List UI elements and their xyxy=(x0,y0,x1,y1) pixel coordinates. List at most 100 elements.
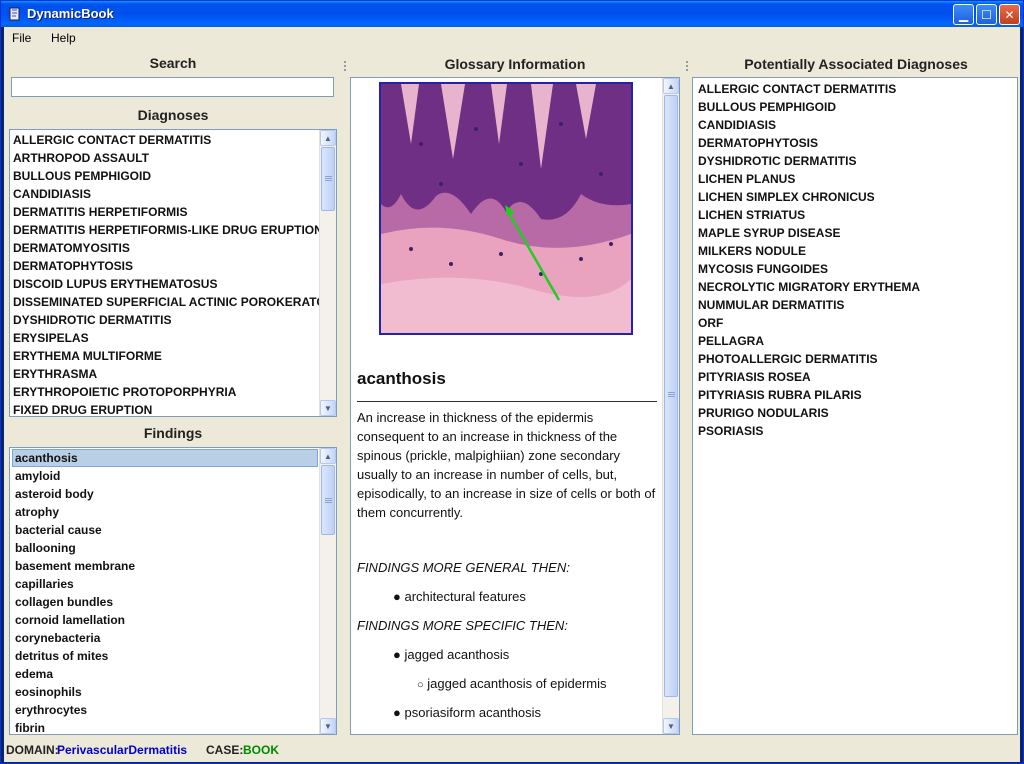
associated-diagnosis-item[interactable]: MAPLE SYRUP DISEASE xyxy=(695,224,1017,242)
associated-diagnosis-item[interactable]: PSORIASIS xyxy=(695,422,1017,440)
close-button[interactable]: ✕ xyxy=(999,4,1020,25)
finding-item[interactable]: detritus of mites xyxy=(12,647,318,665)
scroll-up-button[interactable]: ▲ xyxy=(320,448,336,464)
maximize-button[interactable]: ☐ xyxy=(976,4,997,25)
specific-finding-item[interactable]: ● jagged acanthosis xyxy=(393,647,509,662)
associated-diagnosis-item[interactable]: LICHEN SIMPLEX CHRONICUS xyxy=(695,188,1017,206)
scroll-up-button[interactable]: ▲ xyxy=(320,130,336,146)
general-finding-item[interactable]: ● architectural features xyxy=(393,589,526,604)
finding-item[interactable]: asteroid body xyxy=(12,485,318,503)
title-bar[interactable]: DynamicBook ▁ ☐ ✕ xyxy=(1,1,1023,27)
menu-file[interactable]: File xyxy=(12,31,31,45)
diagnosis-item[interactable]: BULLOUS PEMPHIGOID xyxy=(10,167,319,185)
associated-items: ALLERGIC CONTACT DERMATITIS BULLOUS PEMPH… xyxy=(695,80,1017,440)
diagnosis-item[interactable]: DERMATOPHYTOSIS xyxy=(10,257,319,275)
specific-finding-subitem[interactable]: ○ jagged acanthosis of epidermis xyxy=(417,676,607,691)
diagnosis-item[interactable]: DYSHIDROTIC DERMATITIS xyxy=(10,311,319,329)
diagnosis-item[interactable]: DISSEMINATED SUPERFICIAL ACTINIC POROKER… xyxy=(10,293,319,311)
diagnosis-item[interactable]: DISCOID LUPUS ERYTHEMATOSUS xyxy=(10,275,319,293)
diagnosis-item[interactable]: ERYTHEMA MULTIFORME xyxy=(10,347,319,365)
circle-bullet-icon: ○ xyxy=(417,679,424,691)
findings-list[interactable]: acanthosis amyloid asteroid body atrophy bac… xyxy=(9,447,337,735)
associated-diagnosis-item[interactable]: DYSHIDROTIC DERMATITIS xyxy=(695,152,1017,170)
diagnosis-item[interactable]: DERMATOMYOSITIS xyxy=(10,239,319,257)
splitter-grip xyxy=(344,65,346,67)
finding-item[interactable]: acanthosis xyxy=(12,449,318,467)
grip-line xyxy=(668,392,675,393)
finding-item[interactable]: fibrin xyxy=(12,719,318,734)
arrow-up-icon: ▲ xyxy=(324,451,332,461)
scroll-down-button[interactable]: ▼ xyxy=(663,718,679,734)
menu-bar: File Help xyxy=(4,27,1020,49)
right-splitter[interactable] xyxy=(684,51,690,737)
grip-line xyxy=(668,394,675,395)
scroll-down-button[interactable]: ▼ xyxy=(320,400,336,416)
finding-item[interactable]: corynebacteria xyxy=(12,629,318,647)
associated-diagnosis-item[interactable]: PITYRIASIS ROSEA xyxy=(695,368,1017,386)
associated-diagnosis-item[interactable]: PITYRIASIS RUBRA PILARIS xyxy=(695,386,1017,404)
diagnoses-scrollbar[interactable]: ▲ ▼ xyxy=(319,130,336,416)
diagnosis-item[interactable]: ALLERGIC CONTACT DERMATITIS xyxy=(10,131,319,149)
splitter-grip xyxy=(686,65,688,67)
histology-image[interactable] xyxy=(379,82,633,335)
diagnoses-list[interactable]: ALLERGIC CONTACT DERMATITIS ARTHROPOD ASS… xyxy=(9,129,337,417)
specific-finding-item[interactable]: ● psoriasiform acanthosis xyxy=(393,705,541,720)
arrow-up-icon: ▲ xyxy=(324,133,332,143)
scroll-thumb[interactable] xyxy=(321,147,335,211)
diagnosis-item[interactable]: CANDIDIASIS xyxy=(10,185,319,203)
associated-diagnosis-item[interactable]: LICHEN STRIATUS xyxy=(695,206,1017,224)
associated-header: Potentially Associated Diagnoses xyxy=(744,56,968,72)
splitter-grip xyxy=(686,61,688,63)
general-findings-header: FINDINGS MORE GENERAL THEN: xyxy=(357,560,570,575)
associated-diagnosis-item[interactable]: ALLERGIC CONTACT DERMATITIS xyxy=(695,80,1017,98)
associated-diagnosis-item[interactable]: NUMMULAR DERMATITIS xyxy=(695,296,1017,314)
associated-diagnosis-item[interactable]: BULLOUS PEMPHIGOID xyxy=(695,98,1017,116)
diagnosis-item[interactable]: FIXED DRUG ERUPTION xyxy=(10,401,319,416)
finding-item[interactable]: atrophy xyxy=(12,503,318,521)
menu-help[interactable]: Help xyxy=(51,31,76,45)
associated-diagnosis-item[interactable]: LICHEN PLANUS xyxy=(695,170,1017,188)
status-bar: DOMAIN: PerivascularDermatitis CASE: BOO… xyxy=(4,739,1020,761)
associated-diagnosis-item[interactable]: MILKERS NODULE xyxy=(695,242,1017,260)
finding-item[interactable]: ballooning xyxy=(12,539,318,557)
finding-item[interactable]: capillaries xyxy=(12,575,318,593)
diagnosis-item[interactable]: ERYTHROPOIETIC PROTOPORPHYRIA xyxy=(10,383,319,401)
associated-diagnosis-item[interactable]: MYCOSIS FUNGOIDES xyxy=(695,260,1017,278)
left-splitter[interactable] xyxy=(342,51,348,737)
associated-diagnosis-item[interactable]: NECROLYTIC MIGRATORY ERYTHEMA xyxy=(695,278,1017,296)
diagnosis-item[interactable]: DERMATITIS HERPETIFORMIS-LIKE DRUG ERUPT… xyxy=(10,221,319,239)
finding-item[interactable]: bacterial cause xyxy=(12,521,318,539)
finding-item[interactable]: collagen bundles xyxy=(12,593,318,611)
finding-item[interactable]: cornoid lamellation xyxy=(12,611,318,629)
glossary-definition: An increase in thickness of the epidermi… xyxy=(357,410,656,520)
finding-item[interactable]: basement membrane xyxy=(12,557,318,575)
finding-item[interactable]: erythrocytes xyxy=(12,701,318,719)
associated-list[interactable]: ALLERGIC CONTACT DERMATITIS BULLOUS PEMPH… xyxy=(692,77,1018,735)
associated-diagnosis-item[interactable]: PHOTOALLERGIC DERMATITIS xyxy=(695,350,1017,368)
scroll-thumb[interactable] xyxy=(321,465,335,535)
scroll-up-button[interactable]: ▲ xyxy=(663,78,679,94)
findings-scrollbar[interactable]: ▲ ▼ xyxy=(319,448,336,734)
associated-diagnosis-item[interactable]: CANDIDIASIS xyxy=(695,116,1017,134)
search-input[interactable] xyxy=(11,77,334,97)
minimize-button[interactable]: ▁ xyxy=(953,4,974,25)
diagnosis-item[interactable]: ERYSIPELAS xyxy=(10,329,319,347)
diagnosis-item[interactable]: ERYTHRASMA xyxy=(10,365,319,383)
associated-diagnosis-item[interactable]: DERMATOPHYTOSIS xyxy=(695,134,1017,152)
associated-diagnosis-item[interactable]: PELLAGRA xyxy=(695,332,1017,350)
finding-item[interactable]: amyloid xyxy=(12,467,318,485)
domain-label: DOMAIN: xyxy=(6,743,59,757)
grip-line xyxy=(325,180,332,181)
associated-diagnosis-item[interactable]: ORF xyxy=(695,314,1017,332)
associated-diagnosis-item[interactable]: PRURIGO NODULARIS xyxy=(695,404,1017,422)
glossary-panel[interactable]: acanthosis An increase in thickness of t… xyxy=(350,77,680,735)
scroll-thumb[interactable] xyxy=(664,95,678,697)
finding-item[interactable]: edema xyxy=(12,665,318,683)
finding-item[interactable]: eosinophils xyxy=(12,683,318,701)
diagnoses-items: ALLERGIC CONTACT DERMATITIS ARTHROPOD ASS… xyxy=(10,131,319,416)
client-area: File Help Search Diagnoses ALLERGIC CONT… xyxy=(4,27,1020,762)
glossary-scrollbar[interactable]: ▲ ▼ xyxy=(662,78,679,734)
diagnosis-item[interactable]: DERMATITIS HERPETIFORMIS xyxy=(10,203,319,221)
scroll-down-button[interactable]: ▼ xyxy=(320,718,336,734)
diagnosis-item[interactable]: ARTHROPOD ASSAULT xyxy=(10,149,319,167)
